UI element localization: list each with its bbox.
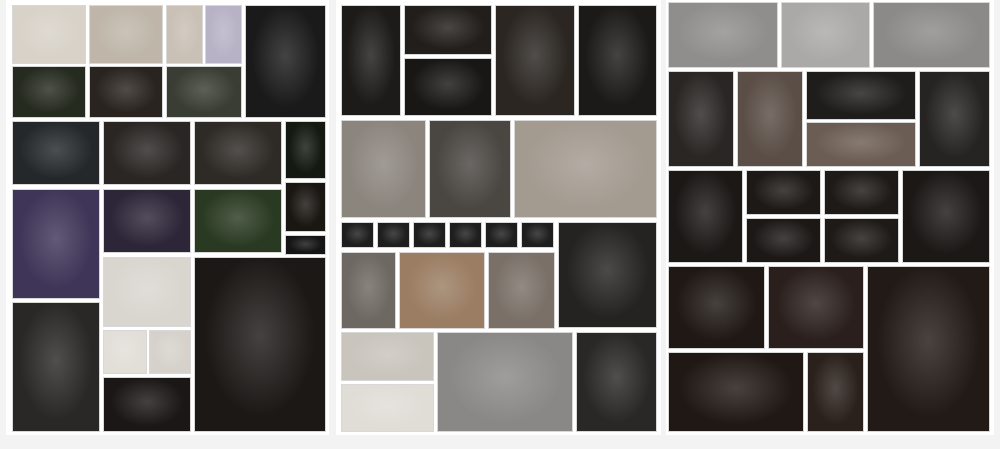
tile-face-closeup-3[interactable]	[873, 2, 990, 68]
tile-mushroom-drawing[interactable]	[166, 5, 203, 64]
tile-small-piece-3[interactable]	[413, 222, 446, 248]
tile-moss-sculpture[interactable]	[12, 66, 86, 118]
tile-small-piece-4[interactable]	[449, 222, 482, 248]
tile-metal-parts[interactable]	[341, 120, 426, 218]
tile-ornament-head[interactable]	[576, 332, 657, 432]
tile-lattice-mask-3[interactable]	[919, 71, 990, 167]
tile-pencil-drawing[interactable]	[89, 5, 163, 64]
tile-crystal-hands[interactable]	[768, 266, 864, 349]
tile-small-piece-5[interactable]	[485, 222, 518, 248]
tile-fungus-headpiece-1[interactable]	[668, 170, 743, 263]
tile-fungus-headpiece-6[interactable]	[902, 170, 990, 263]
tile-dark-head-small[interactable]	[103, 377, 191, 432]
tile-lattice-pattern-2[interactable]	[806, 122, 916, 167]
tile-mushroom-sketches[interactable]	[12, 5, 86, 64]
tile-green-plant-1[interactable]	[285, 121, 326, 179]
tile-purple-sculpture-3[interactable]	[194, 189, 282, 253]
tile-moss-face-3[interactable]	[495, 5, 575, 116]
tile-white-bird[interactable]	[341, 384, 434, 432]
tile-scrap-pieces[interactable]	[514, 120, 657, 218]
tile-head-sculpture-dark[interactable]	[194, 257, 326, 432]
tile-purple-sculpture-2[interactable]	[103, 189, 191, 253]
tile-moss-face-1[interactable]	[341, 5, 401, 116]
tile-skull-row-1[interactable]	[12, 121, 100, 185]
tile-lattice-mask-2[interactable]	[806, 71, 916, 120]
tile-metal-face[interactable]	[429, 120, 511, 218]
tile-small-piece-1[interactable]	[341, 222, 374, 248]
tile-face-closeup-2[interactable]	[781, 2, 870, 68]
tile-broken-face[interactable]	[558, 222, 657, 328]
tile-white-sculpture-3[interactable]	[149, 330, 191, 374]
tile-fungus-headpiece-3[interactable]	[824, 170, 899, 215]
tile-orange-fungus[interactable]	[89, 66, 163, 118]
tile-small-piece-2[interactable]	[377, 222, 410, 248]
tile-dark-sculpture-1[interactable]	[245, 5, 326, 118]
tile-gray-face[interactable]	[437, 332, 573, 432]
tile-moss-face-5[interactable]	[404, 58, 492, 116]
tile-cracked-mask[interactable]	[488, 252, 555, 329]
tile-purple-sculpture-1[interactable]	[12, 189, 100, 299]
tile-bolts-face[interactable]	[341, 252, 396, 329]
tile-skull-row-3[interactable]	[194, 121, 282, 185]
tile-fungus-large[interactable]	[668, 266, 765, 349]
tile-moss-face-4[interactable]	[578, 5, 657, 116]
tile-moss-face-2[interactable]	[404, 5, 492, 55]
tile-face-closeup-1[interactable]	[668, 2, 778, 68]
tile-fungus-headpiece-4[interactable]	[746, 218, 821, 263]
tile-skull-mask[interactable]	[807, 352, 864, 432]
tile-white-skull[interactable]	[341, 332, 434, 381]
tile-lattice-mask-1[interactable]	[668, 71, 734, 167]
tile-flowers[interactable]	[166, 66, 242, 118]
tile-fungus-headpiece-5[interactable]	[824, 218, 899, 263]
tile-white-sculpture-1[interactable]	[103, 257, 191, 327]
tile-lattice-pattern-1[interactable]	[737, 71, 803, 167]
tile-white-sculpture-2[interactable]	[103, 330, 147, 374]
tile-green-plant-2[interactable]	[285, 182, 326, 232]
tile-small-piece-6[interactable]	[521, 222, 554, 248]
tile-horned-figure[interactable]	[668, 352, 804, 432]
tile-purple-mushroom[interactable]	[205, 5, 242, 64]
tile-fungus-headpiece-2[interactable]	[746, 170, 821, 215]
tile-white-head[interactable]	[12, 302, 100, 432]
tile-skull-row-2[interactable]	[103, 121, 191, 185]
tile-green-plant-3[interactable]	[285, 235, 326, 255]
tile-gear-face[interactable]	[399, 252, 485, 329]
tile-skull-horns-crystal[interactable]	[867, 266, 990, 432]
